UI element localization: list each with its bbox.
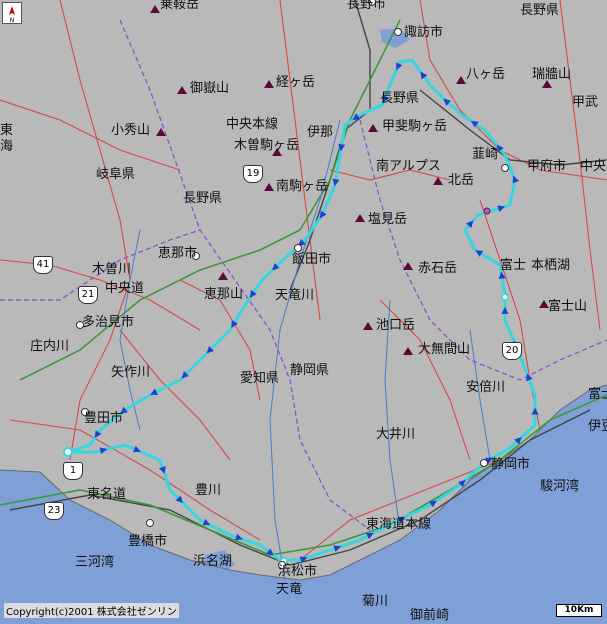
mountain-icon (218, 272, 228, 280)
place-label: 伊那 (307, 125, 334, 140)
place-label: 中央 (580, 159, 607, 174)
place-label: 東海道本線 (366, 517, 432, 532)
place-label: 諏訪市 (404, 25, 444, 40)
place-label: 長野市 (347, 0, 387, 12)
place-label: 赤石岳 (418, 261, 458, 276)
place-label: 伊豆 (588, 419, 607, 434)
place-label: 天竜 (276, 582, 303, 597)
place-label: 豊川 (195, 483, 222, 498)
mountain-icon (456, 76, 466, 84)
place-label: 恵那市 (158, 246, 198, 261)
route-sign: 20 (502, 342, 522, 360)
place-label: 多治見市 (82, 315, 135, 330)
place-label: 豊田市 (84, 411, 124, 426)
mountain-icon (264, 80, 274, 88)
place-label: 木曽川 (92, 262, 132, 277)
place-label: 大無間山 (418, 342, 471, 357)
place-label: 北岳 (448, 173, 475, 188)
mountain-icon (403, 347, 413, 355)
place-label: 天竜川 (275, 288, 315, 303)
map-view[interactable]: N 19 41 21 1 23 20 乗鞍岳 長野市 長野県 諏訪市 御嶽山 経… (0, 0, 607, 624)
place-label: 菊川 (362, 594, 389, 609)
mountain-icon (177, 86, 187, 94)
place-label: 富士 (588, 387, 607, 402)
north-arrow-icon: N (2, 2, 22, 24)
mountain-icon (368, 124, 378, 132)
place-label: 庄内川 (30, 339, 70, 354)
place-label: 飯田市 (292, 252, 332, 267)
place-label: 東 (0, 123, 14, 138)
place-label: 東名道 (87, 487, 127, 502)
place-label: 豊橋市 (128, 534, 168, 549)
place-label: 小秀山 (111, 123, 151, 138)
mountain-icon (156, 128, 166, 136)
place-label: 浜松市 (278, 564, 318, 579)
mountain-icon (150, 5, 160, 13)
place-label: 駿河湾 (540, 479, 580, 494)
place-label: 塩見岳 (368, 212, 408, 227)
place-label: 瑞牆山 (532, 67, 572, 82)
mountain-icon (363, 322, 373, 330)
svg-text:N: N (10, 17, 15, 23)
place-label: 大井川 (376, 427, 416, 442)
place-label: 甲斐駒ヶ岳 (382, 119, 448, 134)
route-point-fuji (501, 293, 509, 301)
place-label: 安倍川 (466, 380, 506, 395)
route-sign: 21 (78, 286, 98, 304)
place-label: 南アルプス (376, 159, 441, 174)
place-label: 富士山 (548, 299, 588, 314)
place-label: 中央本線 (226, 117, 279, 132)
route-sign: 19 (243, 165, 263, 183)
mountain-icon (355, 214, 365, 222)
route-point-kofu (483, 207, 491, 215)
place-label: 甲府市 (527, 159, 567, 174)
place-label: 乗鞍岳 (160, 0, 200, 12)
route-sign: 23 (44, 502, 64, 520)
place-label: 八ヶ岳 (466, 67, 506, 82)
place-label: 本栖湖 (531, 258, 571, 273)
place-label: 静岡市 (491, 457, 531, 472)
place-label: 三河湾 (75, 555, 115, 570)
place-label: 富士 (500, 258, 527, 273)
place-label: 長野県 (380, 91, 420, 106)
place-label: 甲武 (572, 95, 599, 110)
place-label: 恵那山 (204, 287, 244, 302)
place-label: 韮崎 (472, 147, 499, 162)
place-label: 静岡県 (290, 363, 330, 378)
route-sign: 1 (63, 462, 83, 480)
place-label: 長野県 (183, 191, 223, 206)
place-label: 池口岳 (376, 318, 416, 333)
place-label: 中央道 (105, 281, 145, 296)
route-sign: 41 (33, 256, 53, 274)
route-start-point (63, 447, 73, 457)
place-label: 海 (0, 139, 14, 154)
place-label: 南駒ヶ岳 (276, 179, 329, 194)
place-label: 御嶽山 (190, 81, 230, 96)
scale-bar: 10Km (556, 604, 602, 617)
place-label: 経ヶ岳 (276, 75, 316, 90)
place-label: 矢作川 (111, 365, 151, 380)
place-label: 岐阜県 (96, 167, 136, 182)
place-label: 浜名湖 (193, 554, 233, 569)
mountain-icon (264, 183, 274, 191)
place-label: 長野県 (520, 3, 560, 18)
place-label: 御前崎 (410, 608, 450, 623)
place-label: 愛知県 (240, 371, 280, 386)
copyright-notice: Copyright(c)2001 株式会社ゼンリン (4, 603, 179, 618)
mountain-icon (403, 262, 413, 270)
mountain-icon (433, 177, 443, 185)
route-arrow-icon (501, 306, 509, 314)
map-canvas (0, 0, 607, 624)
place-label: 木曽駒ヶ岳 (234, 138, 300, 153)
route-arrow-icon (531, 407, 539, 415)
